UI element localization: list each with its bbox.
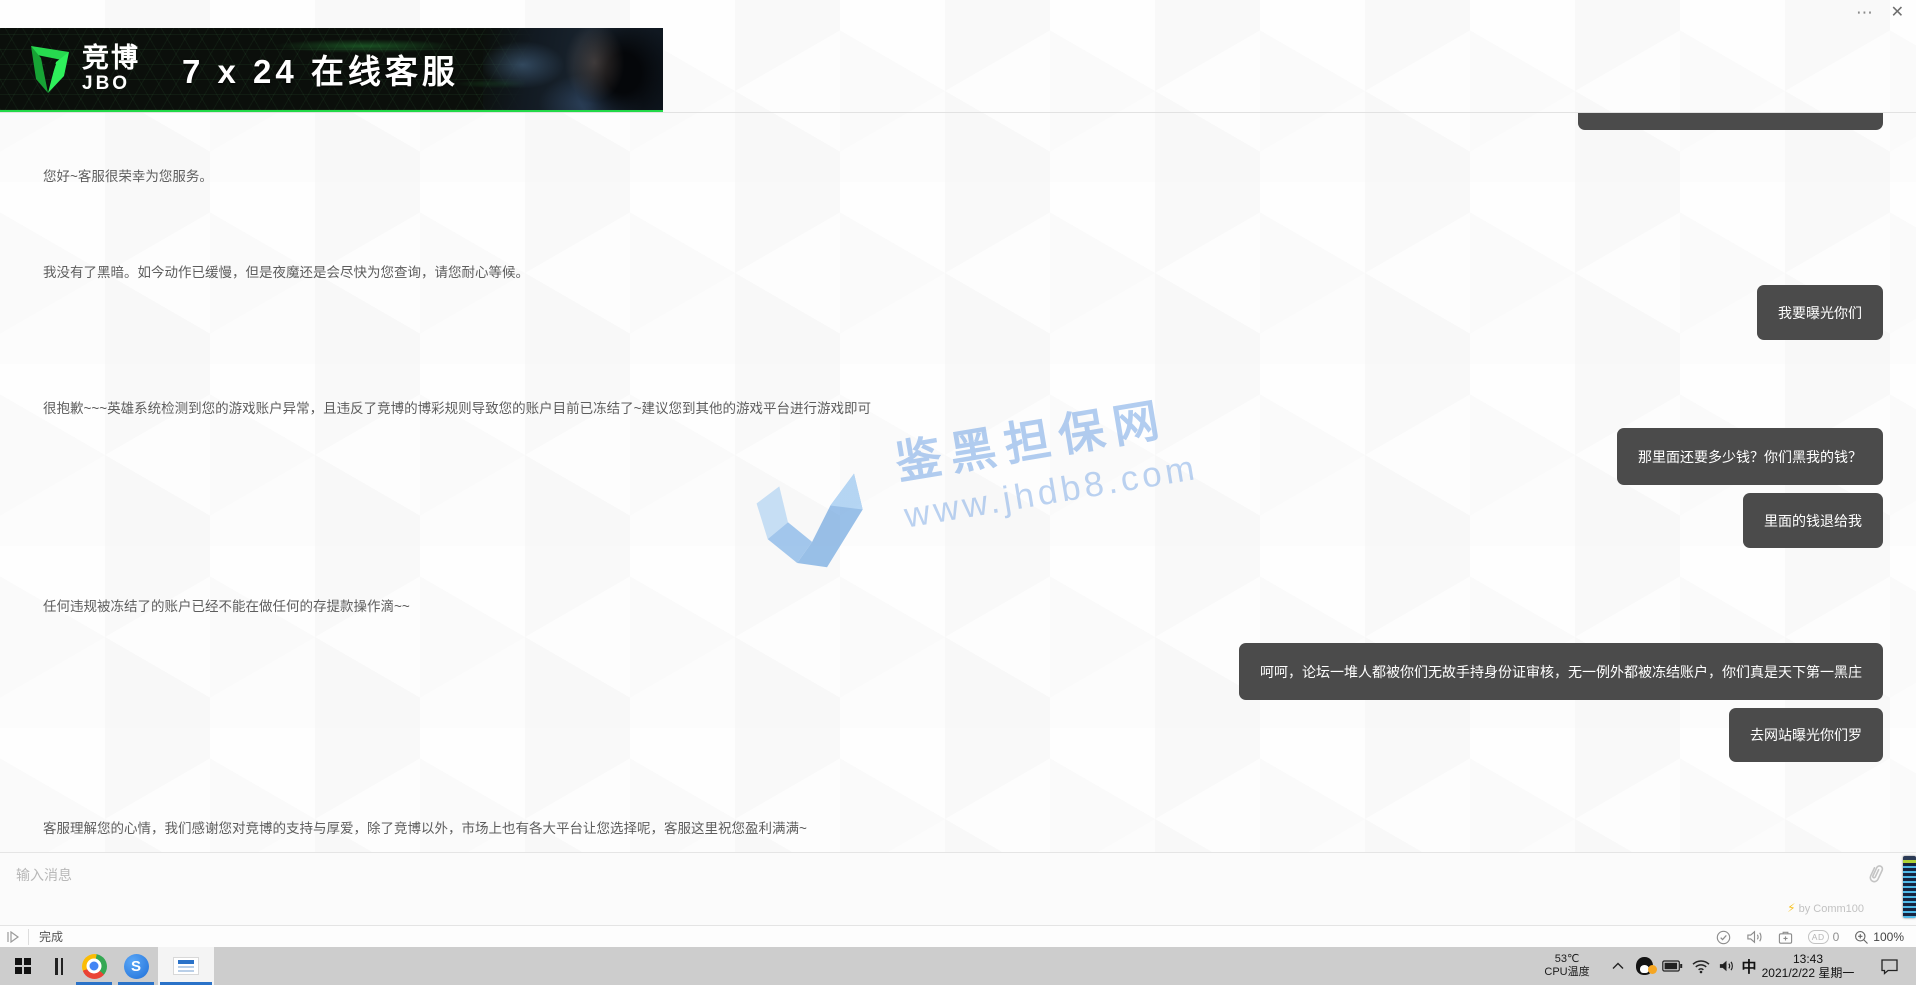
clock-date: 2021/2/22 星期一 (1762, 966, 1855, 980)
read-aloud-icon[interactable] (1746, 930, 1763, 944)
powered-by-label: by Comm100 (1799, 903, 1864, 915)
clock-time: 13:43 (1793, 952, 1823, 966)
service-banner: 竞博 JBO 7 x 24 在线客服 (0, 28, 663, 112)
user-bubble-partial (1578, 113, 1883, 130)
zoom-control[interactable]: 100% (1854, 930, 1904, 945)
notification-icon (1880, 958, 1899, 975)
windows-logo-icon (15, 958, 31, 974)
message-input[interactable] (16, 862, 1696, 888)
logo-text-en: JBO (82, 74, 140, 93)
ad-blocker-icon[interactable]: AD (1808, 930, 1829, 944)
user-bubble: 呵呵，论坛一堆人都被你们无故手持身份证审核，无一例外都被冻结账户，你们真是天下第… (1239, 643, 1883, 700)
security-check-icon[interactable] (1716, 930, 1731, 945)
qq-icon (1636, 957, 1653, 975)
user-bubble: 里面的钱退给我 (1743, 493, 1883, 548)
agent-message: 您好~客服很荣幸为您服务。 (43, 165, 213, 185)
taskbar-chrome[interactable] (74, 947, 114, 985)
jbo-logo-icon (28, 41, 72, 97)
user-bubble: 去网站曝光你们罗 (1729, 708, 1883, 762)
cpu-temp-label: CPU温度 (1544, 966, 1589, 979)
bolt-icon: ⚡ (1787, 901, 1795, 915)
ad-blocker-count: 0 (1833, 930, 1840, 944)
watermark-url: www.jhdb8.com (902, 448, 1202, 536)
start-button[interactable] (6, 947, 40, 985)
status-play-icon (6, 931, 20, 943)
logo-text-cn: 竞博 (82, 45, 140, 72)
speaker-icon (1718, 959, 1735, 973)
banner-photo (483, 28, 663, 110)
powered-by: ⚡ by Comm100 (1787, 901, 1864, 915)
browser-statusbar: 完成 AD 0 100% (0, 925, 1916, 947)
chrome-icon (82, 954, 107, 979)
agent-message: 任何违规被冻结了的账户已经不能在做任何的存提款操作滴~~ (43, 595, 410, 615)
page-load-status: 完成 (39, 928, 63, 945)
tray-expand-chevron-icon[interactable] (1606, 947, 1630, 985)
taskbar-active-window[interactable] (158, 947, 214, 985)
tray-battery[interactable] (1658, 947, 1686, 985)
sogou-icon: S (124, 954, 149, 979)
task-view-button[interactable] (44, 947, 74, 985)
window-more-icon[interactable]: ⋯ (1856, 4, 1874, 21)
site-watermark: 鉴黑担保网 www.jhdb8.com (752, 428, 1232, 603)
extension-box-icon[interactable] (1778, 930, 1793, 945)
watermark-title: 鉴黑担保网 (890, 379, 1194, 493)
attachment-icon[interactable] (1862, 860, 1889, 888)
action-center-button[interactable] (1872, 947, 1906, 985)
agent-message: 客服理解您的心情，我们感谢您对竞博的支持与厚爱，除了竞博以外，市场上也有各大平台… (43, 817, 807, 837)
taskbar-sogou-browser[interactable]: S (116, 947, 156, 985)
cpu-temperature-widget[interactable]: 53℃ CPU温度 (1538, 947, 1596, 985)
wifi-icon (1691, 959, 1711, 974)
ime-indicator[interactable]: 中 (1738, 947, 1760, 985)
watermark-logo-icon (746, 460, 880, 594)
banner-title: 7 x 24 在线客服 (182, 45, 459, 93)
window-close-icon[interactable]: ✕ (1891, 4, 1904, 21)
battery-icon (1662, 960, 1683, 972)
jbo-logo: 竞博 JBO (28, 41, 140, 97)
zoom-magnifier-icon (1854, 930, 1869, 945)
tray-qq[interactable] (1632, 947, 1656, 985)
active-window-icon (173, 957, 199, 975)
agent-message: 很抱歉~~~英雄系统检测到您的游戏账户异常，且违反了竞博的博彩规则导致您的账户目… (43, 397, 871, 417)
tray-wifi[interactable] (1688, 947, 1714, 985)
agent-message: 我没有了黑暗。如今动作已缓慢，但是夜魔还是会尽快为您查询，请您耐心等候。 (43, 261, 529, 281)
windows-taskbar: S 53℃ CPU温度 中 13:43 2021/2/22 (0, 947, 1916, 985)
tray-volume[interactable] (1714, 947, 1738, 985)
zoom-level: 100% (1873, 930, 1904, 944)
cpu-temp-value: 53℃ (1555, 953, 1580, 966)
status-divider (28, 929, 29, 945)
user-bubble: 我要曝光你们 (1757, 285, 1883, 340)
side-strip-widget[interactable] (1903, 856, 1916, 918)
message-composer: ⚡ by Comm100 (0, 852, 1916, 925)
taskbar-clock[interactable]: 13:43 2021/2/22 星期一 (1760, 947, 1856, 985)
user-bubble: 那里面还要多少钱？你们黑我的钱？ (1617, 428, 1883, 485)
